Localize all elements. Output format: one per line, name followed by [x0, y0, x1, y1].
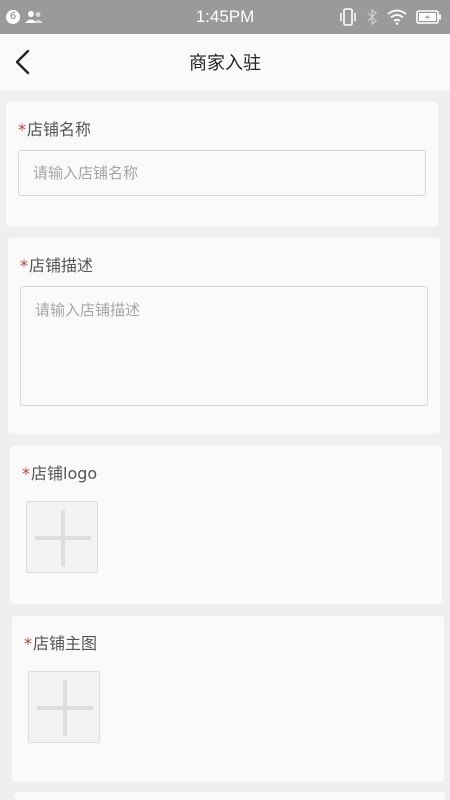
shop-description-label-text: 店铺描述 — [29, 256, 94, 275]
shop-description-label: *店铺描述 — [20, 252, 93, 276]
shop-description-input[interactable] — [20, 286, 428, 406]
shop-logo-card: *店铺logo — [10, 446, 442, 604]
shop-main-image-upload-button[interactable] — [28, 671, 100, 743]
shop-main-image-label: *店铺主图 — [24, 630, 97, 654]
shop-main-image-label-text: 店铺主图 — [33, 634, 98, 653]
next-card-partial — [14, 792, 446, 800]
shop-name-label: *店铺名称 — [18, 116, 91, 140]
system-icons — [339, 7, 442, 27]
wifi-icon — [387, 9, 407, 25]
nav-bar: 商家入驻 — [0, 34, 450, 90]
shop-name-card: *店铺名称 — [6, 102, 438, 227]
bluetooth-icon — [367, 8, 378, 26]
shop-logo-upload-button[interactable] — [26, 501, 98, 573]
required-mark: * — [22, 464, 30, 483]
battery-charging-icon — [416, 10, 441, 24]
required-mark: * — [18, 120, 26, 139]
required-mark: * — [24, 634, 32, 653]
shop-name-label-text: 店铺名称 — [27, 120, 92, 139]
shop-description-card: *店铺描述 — [8, 238, 440, 434]
shop-logo-label: *店铺logo — [22, 460, 97, 484]
status-bar: 6 1:45PM — [0, 0, 450, 34]
required-mark: * — [20, 256, 28, 275]
shop-main-image-card: *店铺主图 — [12, 616, 444, 782]
page-title: 商家入驻 — [189, 53, 261, 74]
shop-logo-label-text: 店铺logo — [31, 464, 98, 483]
vibrate-icon — [340, 8, 356, 26]
shop-name-input[interactable] — [18, 150, 426, 196]
